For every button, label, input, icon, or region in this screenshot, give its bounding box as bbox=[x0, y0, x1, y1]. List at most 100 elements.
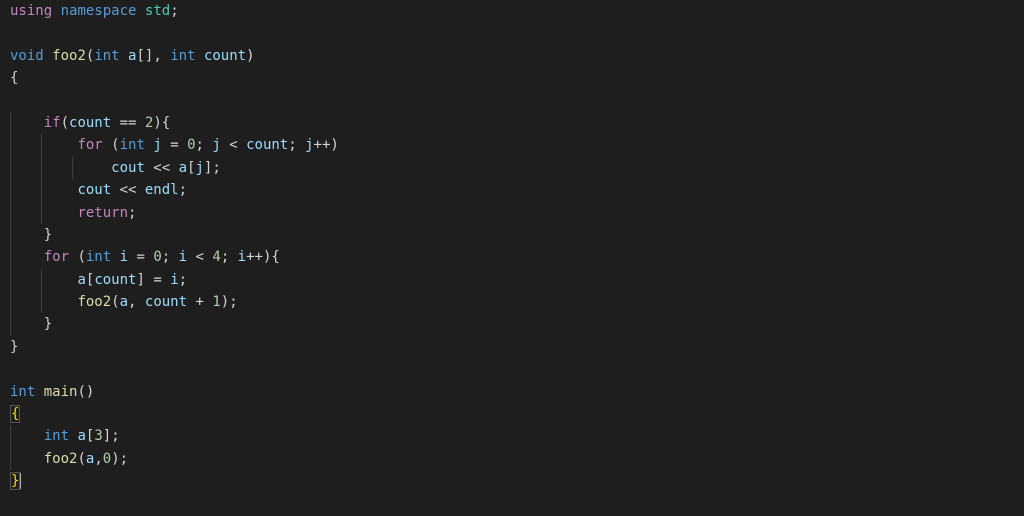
code-token: using bbox=[10, 3, 52, 19]
code-token: int bbox=[120, 137, 145, 153]
code-line[interactable]: if(count == 2){ bbox=[8, 112, 1016, 134]
code-token: int bbox=[86, 249, 111, 265]
code-token: < bbox=[187, 249, 212, 265]
code-token: + bbox=[187, 294, 212, 310]
indent-guide bbox=[10, 157, 11, 179]
code-token: () bbox=[77, 384, 94, 400]
code-token: count bbox=[204, 48, 246, 64]
code-token: << bbox=[145, 160, 179, 176]
indent-guide bbox=[41, 269, 42, 291]
indent-guide bbox=[10, 202, 11, 224]
code-line[interactable] bbox=[8, 22, 1016, 44]
code-token: [] bbox=[136, 48, 153, 64]
indent-guide bbox=[72, 157, 73, 179]
code-token: a bbox=[77, 272, 85, 288]
code-token: int bbox=[44, 428, 69, 444]
code-token: count bbox=[246, 137, 288, 153]
code-line[interactable] bbox=[8, 358, 1016, 380]
indent-guide bbox=[10, 112, 11, 134]
code-line[interactable]: int main() bbox=[8, 381, 1016, 403]
code-token: ; bbox=[128, 205, 136, 221]
code-token: } bbox=[10, 472, 20, 490]
indent-guide bbox=[10, 224, 11, 246]
code-token: 0 bbox=[187, 137, 195, 153]
code-token: ] = bbox=[136, 272, 170, 288]
indent-whitespace bbox=[10, 249, 44, 265]
code-token: endl bbox=[145, 182, 179, 198]
code-line[interactable]: { bbox=[8, 67, 1016, 89]
indent-whitespace bbox=[10, 316, 44, 332]
code-token bbox=[136, 3, 144, 19]
code-token: ( bbox=[103, 137, 120, 153]
indent-whitespace bbox=[10, 137, 77, 153]
code-token: < bbox=[221, 137, 246, 153]
code-token: foo2 bbox=[44, 451, 78, 467]
code-line[interactable]: } bbox=[8, 470, 1016, 492]
code-token: int bbox=[170, 48, 195, 64]
code-token: ++){ bbox=[246, 249, 280, 265]
indent-guide bbox=[41, 202, 42, 224]
code-line[interactable]: } bbox=[8, 313, 1016, 335]
code-token: = bbox=[162, 137, 187, 153]
indent-whitespace bbox=[10, 294, 77, 310]
code-token: ; bbox=[179, 272, 187, 288]
code-line[interactable]: a[count] = i; bbox=[8, 269, 1016, 291]
code-token: , bbox=[94, 451, 102, 467]
code-token: void bbox=[10, 48, 44, 64]
indent-guide bbox=[41, 291, 42, 313]
code-token: ; bbox=[179, 182, 187, 198]
code-token: a bbox=[77, 428, 85, 444]
code-token: int bbox=[10, 384, 35, 400]
code-token bbox=[196, 48, 204, 64]
code-line[interactable]: foo2(a,0); bbox=[8, 448, 1016, 470]
code-token: j bbox=[153, 137, 161, 153]
indent-guide bbox=[10, 246, 11, 268]
code-token: << bbox=[111, 182, 145, 198]
indent-guide bbox=[10, 179, 11, 201]
code-line[interactable]: for (int j = 0; j < count; j++) bbox=[8, 134, 1016, 156]
code-token: foo2 bbox=[52, 48, 86, 64]
code-token: 0 bbox=[103, 451, 111, 467]
code-line[interactable]: void foo2(int a[], int count) bbox=[8, 45, 1016, 67]
code-token: == bbox=[111, 115, 145, 131]
code-token: } bbox=[10, 339, 18, 355]
code-line[interactable]: using namespace std; bbox=[8, 0, 1016, 22]
code-line[interactable]: } bbox=[8, 224, 1016, 246]
code-token: count bbox=[69, 115, 111, 131]
code-token: ); bbox=[221, 294, 238, 310]
text-cursor bbox=[20, 473, 21, 489]
code-line[interactable]: return; bbox=[8, 202, 1016, 224]
code-line[interactable]: int a[3]; bbox=[8, 425, 1016, 447]
code-line[interactable]: for (int i = 0; i < 4; i++){ bbox=[8, 246, 1016, 268]
code-token: int bbox=[94, 48, 119, 64]
indent-whitespace bbox=[10, 182, 77, 198]
code-token: ; bbox=[288, 137, 305, 153]
code-token: j bbox=[212, 137, 220, 153]
code-token: { bbox=[10, 70, 18, 86]
code-token: cout bbox=[111, 160, 145, 176]
code-token: count bbox=[94, 272, 136, 288]
code-line[interactable]: } bbox=[8, 336, 1016, 358]
code-token: ( bbox=[61, 115, 69, 131]
code-token: ) bbox=[153, 115, 161, 131]
code-token bbox=[35, 384, 43, 400]
code-token: a bbox=[120, 294, 128, 310]
code-line[interactable]: cout << a[j]; bbox=[8, 157, 1016, 179]
code-token bbox=[44, 48, 52, 64]
code-token: foo2 bbox=[77, 294, 111, 310]
code-line[interactable]: { bbox=[8, 403, 1016, 425]
indent-guide bbox=[41, 134, 42, 156]
indent-whitespace bbox=[10, 227, 44, 243]
code-token bbox=[120, 48, 128, 64]
code-editor[interactable]: using namespace std; void foo2(int a[], … bbox=[0, 0, 1024, 493]
code-token: ++) bbox=[314, 137, 339, 153]
indent-guide bbox=[10, 134, 11, 156]
code-token: std bbox=[145, 3, 170, 19]
code-line[interactable] bbox=[8, 90, 1016, 112]
code-line[interactable]: cout << endl; bbox=[8, 179, 1016, 201]
indent-whitespace bbox=[10, 272, 77, 288]
code-token: , bbox=[153, 48, 170, 64]
code-line[interactable]: foo2(a, count + 1); bbox=[8, 291, 1016, 313]
indent-guide bbox=[41, 179, 42, 201]
code-token: i bbox=[170, 272, 178, 288]
